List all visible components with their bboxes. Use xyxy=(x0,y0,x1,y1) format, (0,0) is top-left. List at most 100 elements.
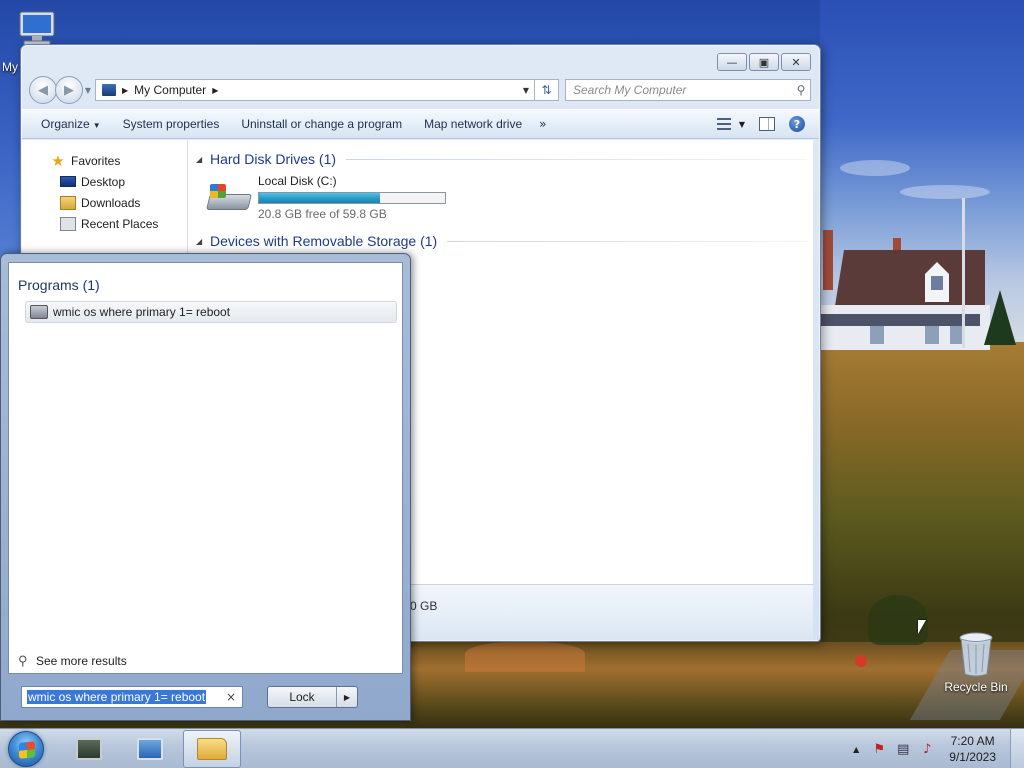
nav-item-label: Desktop xyxy=(81,174,126,189)
windows-logo-icon xyxy=(19,741,35,759)
recent-pages-button[interactable]: ▼ xyxy=(83,86,93,95)
start-menu: Programs (1) wmic os where primary 1= re… xyxy=(0,253,411,721)
group-header-removable-storage[interactable]: ◢ Devices with Removable Storage (1) xyxy=(196,230,807,252)
refresh-icon: ⇅ xyxy=(541,83,552,97)
breadcrumb-arrow-icon[interactable]: ▶ xyxy=(122,86,128,95)
clock-date: 9/1/2023 xyxy=(949,750,996,764)
breadcrumb-my-computer[interactable]: My Computer xyxy=(134,83,206,97)
taskbar-windows-explorer[interactable] xyxy=(183,730,241,768)
nav-item-desktop[interactable]: Desktop xyxy=(22,171,187,192)
search-result-label: wmic os where primary 1= reboot xyxy=(53,305,231,319)
desktop-icon xyxy=(60,176,76,187)
start-menu-results-panel: Programs (1) wmic os where primary 1= re… xyxy=(8,262,403,674)
back-button[interactable]: ◀ xyxy=(29,76,57,104)
nav-item-label: Recent Places xyxy=(81,216,159,231)
address-dropdown-button[interactable]: ▼ xyxy=(518,86,534,95)
chevron-down-icon: ▼ xyxy=(84,85,92,95)
chevron-down-icon: ▼ xyxy=(738,119,745,129)
chevron-up-icon: ▲ xyxy=(853,744,860,754)
clear-search-button[interactable]: × xyxy=(226,690,236,704)
chevron-right-icon: ▶ xyxy=(343,692,351,702)
system-clock[interactable]: 7:20 AM 9/1/2023 xyxy=(949,733,996,765)
maximize-button[interactable]: ▣ xyxy=(749,53,779,71)
search-box[interactable]: ⚲ xyxy=(565,79,811,101)
nav-favorites-label: Favorites xyxy=(71,153,121,168)
uninstall-program-button[interactable]: Uninstall or change a program xyxy=(234,117,409,131)
start-search-input[interactable]: wmic os where primary 1= reboot × xyxy=(21,686,243,708)
search-icon: ⚲ xyxy=(18,653,28,668)
drive-usage-bar xyxy=(258,192,446,204)
notification-area: ▲ ⚑ ▤ ♪ 7:20 AM 9/1/2023 xyxy=(853,729,1024,768)
clock-time: 7:20 AM xyxy=(950,734,995,748)
show-hidden-icons-button[interactable]: ▲ xyxy=(853,745,859,754)
group-header-hard-disk-drives[interactable]: ◢ Hard Disk Drives (1) xyxy=(196,148,807,170)
shutdown-options-button[interactable]: ▶ xyxy=(337,687,357,707)
wallpaper-flagpole xyxy=(962,198,965,348)
address-bar[interactable]: ▶ My Computer ▶ ▼ xyxy=(95,79,535,101)
wallpaper-cloud xyxy=(900,185,990,199)
network-icon[interactable]: ▤ xyxy=(895,741,911,757)
program-icon xyxy=(30,305,48,319)
programs-header: Programs (1) xyxy=(18,277,100,293)
command-bar: Organize ▼ System properties Uninstall or… xyxy=(22,109,819,139)
group-title: Hard Disk Drives (1) xyxy=(210,151,337,167)
details-text: 0 GB xyxy=(410,599,438,613)
forward-button[interactable]: ▶ xyxy=(55,76,83,104)
change-view-button[interactable]: ▼ xyxy=(716,118,745,130)
help-button[interactable]: ? xyxy=(789,116,805,132)
more-commands-button[interactable]: » xyxy=(539,117,546,131)
organize-button[interactable]: Organize ▼ xyxy=(34,117,108,131)
nav-item-label: Downloads xyxy=(81,195,141,210)
system-properties-button[interactable]: System properties xyxy=(116,117,227,131)
map-network-drive-button[interactable]: Map network drive xyxy=(417,117,529,131)
close-button[interactable]: ✕ xyxy=(781,53,811,71)
recent-places-icon xyxy=(60,216,76,231)
see-more-results-link[interactable]: ⚲ See more results xyxy=(18,653,127,669)
drive-info: Local Disk (C:) 20.8 GB free of 59.8 GB xyxy=(258,174,446,221)
start-button[interactable] xyxy=(8,731,44,767)
taskbar: ▲ ⚑ ▤ ♪ 7:20 AM 9/1/2023 xyxy=(0,728,1024,768)
forward-arrow-icon: ▶ xyxy=(64,82,74,98)
drive-local-disk-c[interactable]: Local Disk (C:) 20.8 GB free of 59.8 GB xyxy=(206,174,807,224)
minimize-button[interactable]: — xyxy=(717,53,747,71)
start-search-value: wmic os where primary 1= reboot xyxy=(27,690,207,704)
volume-muted-icon[interactable]: ♪ xyxy=(919,741,935,757)
taskbar-control-panel[interactable] xyxy=(121,730,179,768)
recycle-bin-icon xyxy=(959,632,993,677)
close-icon: ✕ xyxy=(791,55,801,69)
search-icon[interactable]: ⚲ xyxy=(792,83,810,97)
collapse-triangle-icon: ◢ xyxy=(196,236,203,246)
group-divider xyxy=(346,158,807,160)
refresh-button[interactable]: ⇅ xyxy=(535,79,559,101)
chevron-down-icon: ▼ xyxy=(92,121,101,130)
folder-icon xyxy=(197,738,227,760)
view-controls: ▼ ? xyxy=(716,116,819,132)
star-icon: ★ xyxy=(51,152,65,170)
taskbar-task-manager[interactable] xyxy=(60,730,118,768)
nav-item-downloads[interactable]: Downloads xyxy=(22,192,187,213)
lock-button[interactable]: Lock xyxy=(268,687,337,707)
wallpaper-flowers xyxy=(855,655,867,667)
mouse-cursor-icon xyxy=(918,620,926,634)
drive-free-space: 20.8 GB free of 59.8 GB xyxy=(258,207,387,221)
wallpaper-cloud xyxy=(840,160,910,176)
drive-usage-fill xyxy=(259,193,380,203)
group-divider xyxy=(447,240,807,242)
group-title: Devices with Removable Storage (1) xyxy=(210,233,438,249)
view-options-icon xyxy=(716,118,731,130)
nav-favorites[interactable]: ★ Favorites xyxy=(22,150,187,171)
see-more-label: See more results xyxy=(36,654,127,668)
show-desktop-button[interactable] xyxy=(1010,729,1024,768)
desktop-icon-recycle-bin[interactable]: Recycle Bin xyxy=(940,630,1012,694)
preview-pane-button[interactable] xyxy=(759,117,775,131)
nav-item-recent-places[interactable]: Recent Places xyxy=(22,213,187,234)
downloads-folder-icon xyxy=(60,195,76,210)
navigation-bar: ◀ ▶ ▼ ▶ My Computer ▶ ▼ ⇅ ⚲ xyxy=(29,75,811,105)
search-input[interactable] xyxy=(573,83,792,97)
collapse-triangle-icon: ◢ xyxy=(196,154,203,164)
action-center-flag-icon[interactable]: ⚑ xyxy=(871,741,887,757)
breadcrumb-arrow-icon[interactable]: ▶ xyxy=(212,86,218,95)
desktop-icon-label: My xyxy=(2,60,18,74)
search-result-item[interactable]: wmic os where primary 1= reboot xyxy=(25,301,397,323)
drive-name: Local Disk (C:) xyxy=(258,174,337,188)
